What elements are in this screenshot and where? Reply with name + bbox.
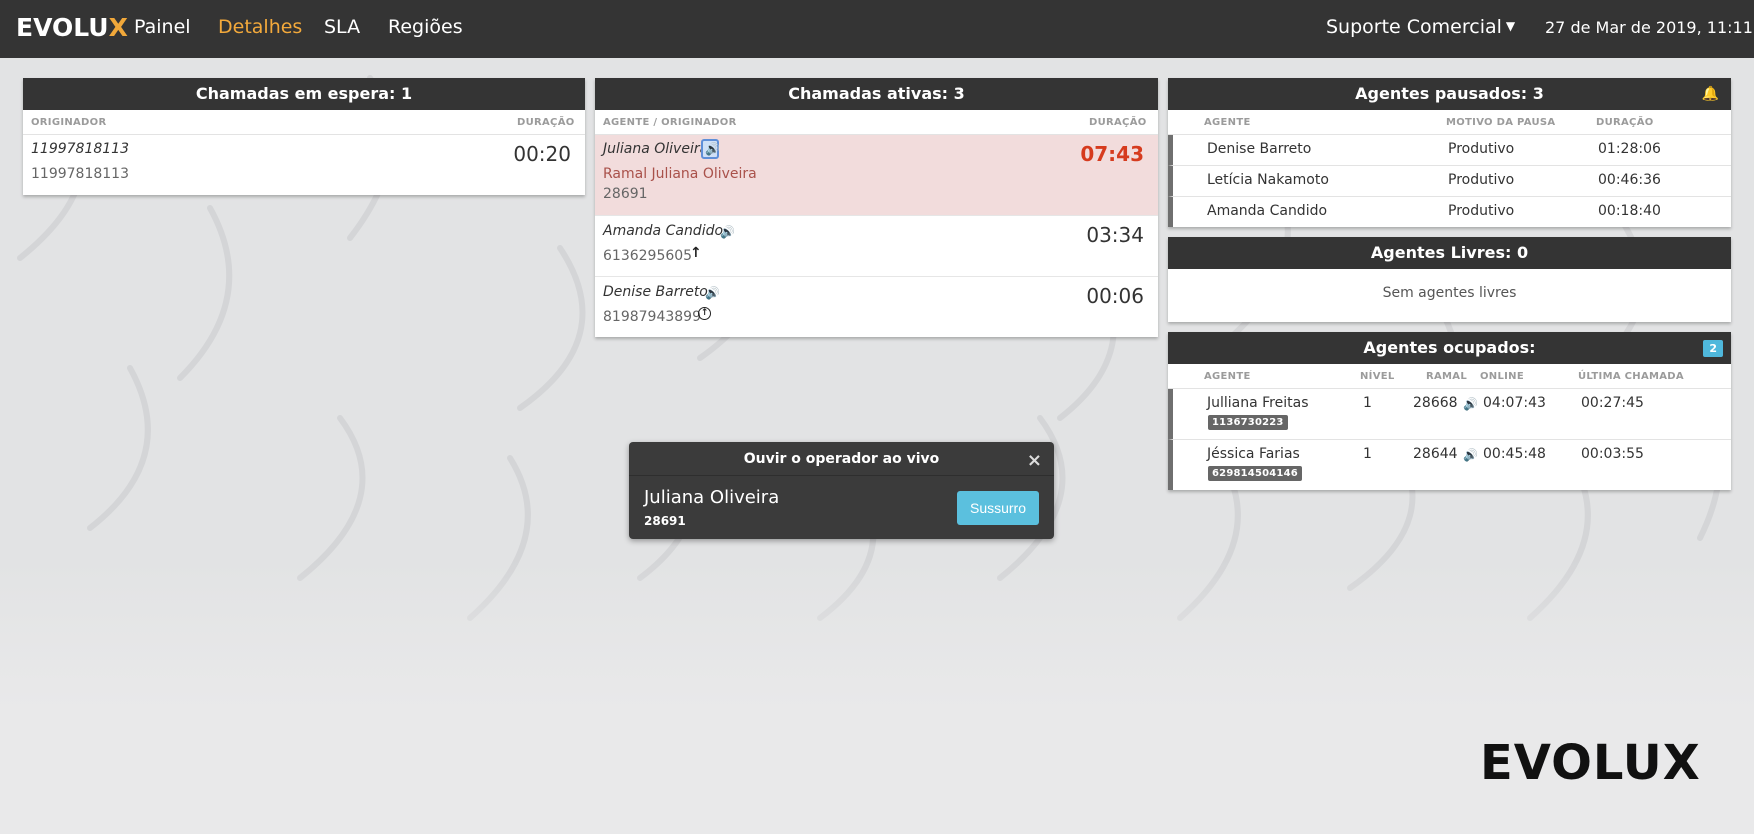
- close-icon[interactable]: ×: [1027, 450, 1042, 471]
- col-last-call: ÚLTIMA CHAMADA: [1578, 371, 1684, 382]
- nav-sla[interactable]: SLA: [324, 16, 360, 38]
- popup-title: Ouvir o operador ao vivo: [743, 451, 940, 467]
- col-agent: AGENTE: [1204, 371, 1251, 382]
- active-calls-panel: Chamadas ativas: 3 AGENTE / ORIGINADOR D…: [595, 78, 1158, 337]
- agent-last-call: 00:27:45: [1581, 395, 1644, 411]
- queue-name: Suporte Comercial: [1326, 16, 1502, 38]
- pause-duration: 01:28:06: [1598, 141, 1661, 157]
- active-call-row[interactable]: Amanda Candido 🔊 6136295605 ↑ 03:34: [595, 216, 1158, 277]
- col-duration: DURAÇÃO: [1596, 117, 1654, 128]
- top-navigation-bar: EVOLUX Painel Detalhes SLA Regiões Supor…: [0, 0, 1754, 58]
- pause-duration: 00:18:40: [1598, 203, 1661, 219]
- column-headers: ORIGINADOR DURAÇÃO: [23, 110, 585, 135]
- paused-agent-row[interactable]: Amanda Candido Produtivo 00:18:40: [1168, 197, 1731, 227]
- col-extension: RAMAL: [1426, 371, 1468, 382]
- paused-agent-row[interactable]: Denise Barreto Produtivo 01:28:06: [1168, 135, 1731, 166]
- pause-reason: Produtivo: [1448, 203, 1515, 219]
- paused-agents-panel: Agentes pausados: 3 🔔 AGENTE MOTIVO DA P…: [1168, 78, 1731, 227]
- column-headers: AGENTE NÍVEL RAMAL ONLINE ÚLTIMA CHAMADA: [1168, 364, 1731, 389]
- agent-name: Amanda Candido: [1207, 203, 1328, 219]
- column-headers: AGENTE MOTIVO DA PAUSA DURAÇÃO: [1168, 110, 1731, 135]
- pause-reason: Produtivo: [1448, 141, 1515, 157]
- agent-name: Letícia Nakamoto: [1207, 172, 1329, 188]
- agent-level: 1: [1363, 395, 1372, 411]
- col-duration: DURAÇÃO: [1089, 117, 1147, 128]
- call-line1: Ramal Juliana Oliveira: [603, 166, 757, 182]
- speaker-icon[interactable]: 🔊: [1463, 448, 1478, 462]
- caller-name: 11997818113: [31, 141, 129, 157]
- caret-down-icon: ▼: [1505, 19, 1516, 33]
- col-agent-originator: AGENTE / ORIGINADOR: [603, 117, 737, 128]
- agent-call-tag: 629814504146: [1208, 466, 1302, 481]
- popup-agent-extension: 28691: [644, 514, 686, 528]
- nav-painel[interactable]: Painel: [134, 16, 191, 38]
- active-call-row[interactable]: Denise Barreto 🔊 81987943899 ↑ 00:06: [595, 277, 1158, 337]
- queue-selector[interactable]: Suporte Comercial ▼: [1326, 16, 1515, 38]
- nav-regioes[interactable]: Regiões: [388, 16, 463, 38]
- col-originator: ORIGINADOR: [31, 117, 107, 128]
- pause-duration: 00:46:36: [1598, 172, 1661, 188]
- call-duration: 03:34: [1086, 223, 1144, 247]
- whisper-button[interactable]: Sussurro: [957, 491, 1039, 525]
- empty-message: Sem agentes livres: [1382, 285, 1517, 301]
- panel-title: Agentes Livres: 0: [1168, 237, 1731, 269]
- panel-title: Agentes ocupados:: [1168, 332, 1731, 364]
- agent-online-time: 04:07:43: [1483, 395, 1546, 411]
- evolux-footer-logo: EVOLUX: [1480, 735, 1701, 791]
- agent-name: Julliana Freitas: [1207, 395, 1309, 411]
- waiting-call-row[interactable]: 11997818113 11997818113 00:20: [23, 135, 585, 194]
- agent-name: Amanda Candido: [603, 223, 724, 239]
- panel-title: Agentes pausados: 3: [1168, 78, 1731, 110]
- nav-detalhes[interactable]: Detalhes: [218, 16, 302, 38]
- agent-online-time: 00:45:48: [1483, 446, 1546, 462]
- arrow-circle-up-icon: ↑: [698, 307, 711, 320]
- waiting-calls-panel: Chamadas em espera: 1 ORIGINADOR DURAÇÃO…: [23, 78, 585, 195]
- col-level: NÍVEL: [1360, 371, 1395, 382]
- listen-speaker-button[interactable]: 🔊: [701, 139, 720, 159]
- bell-icon[interactable]: 🔔: [1702, 86, 1719, 102]
- arrow-up-icon: ↑: [690, 245, 702, 261]
- panel-title: Chamadas ativas: 3: [595, 78, 1158, 110]
- popup-agent-name: Juliana Oliveira: [644, 487, 780, 508]
- agent-extension: 28644: [1413, 446, 1458, 462]
- col-agent: AGENTE: [1204, 117, 1251, 128]
- popup-divider: [629, 475, 1054, 476]
- agent-name: Jéssica Farias: [1207, 446, 1300, 462]
- col-duration: DURAÇÃO: [517, 117, 575, 128]
- current-datetime: 27 de Mar de 2019, 11:11: [1545, 18, 1753, 37]
- busy-agent-row[interactable]: Jéssica Farias 629814504146 1 28644 🔊 00…: [1168, 440, 1731, 490]
- call-line2: 28691: [603, 186, 648, 202]
- col-pause-reason: MOTIVO DA PAUSA: [1446, 117, 1556, 128]
- pause-reason: Produtivo: [1448, 172, 1515, 188]
- agent-level: 1: [1363, 446, 1372, 462]
- panel-title: Chamadas em espera: 1: [23, 78, 585, 110]
- call-duration: 07:43: [1080, 142, 1144, 166]
- busy-agent-row[interactable]: Julliana Freitas 1136730223 1 28668 🔊 04…: [1168, 389, 1731, 440]
- call-duration: 00:06: [1086, 284, 1144, 308]
- caller-number: 11997818113: [31, 166, 129, 182]
- call-line1: 6136295605: [603, 248, 693, 264]
- agent-last-call: 00:03:55: [1581, 446, 1644, 462]
- agent-name: Denise Barreto: [603, 284, 708, 300]
- agent-extension: 28668: [1413, 395, 1458, 411]
- agent-name: Denise Barreto: [1207, 141, 1312, 157]
- col-online: ONLINE: [1480, 371, 1524, 382]
- speaker-icon[interactable]: 🔊: [1463, 397, 1478, 411]
- background-fade: [0, 560, 1754, 834]
- agent-call-tag: 1136730223: [1208, 415, 1288, 430]
- active-call-row[interactable]: Juliana Oliveira 🔊 Ramal Juliana Oliveir…: [595, 135, 1158, 216]
- speaker-icon[interactable]: 🔊: [720, 225, 735, 239]
- free-agents-panel: Agentes Livres: 0 Sem agentes livres: [1168, 237, 1731, 322]
- speaker-icon[interactable]: 🔊: [705, 286, 720, 300]
- call-line1: 81987943899: [603, 309, 701, 325]
- live-listen-popup: Ouvir o operador ao vivo × Juliana Olive…: [629, 442, 1054, 539]
- call-duration: 00:20: [513, 142, 571, 166]
- evolux-logo[interactable]: EVOLUX: [16, 13, 128, 42]
- column-headers: AGENTE / ORIGINADOR DURAÇÃO: [595, 110, 1158, 135]
- busy-count-badge: 2: [1703, 340, 1723, 357]
- speaker-icon: 🔊: [705, 142, 720, 156]
- paused-agent-row[interactable]: Letícia Nakamoto Produtivo 00:46:36: [1168, 166, 1731, 197]
- agent-name: Juliana Oliveira: [603, 141, 709, 157]
- busy-agents-panel: Agentes ocupados: 2 AGENTE NÍVEL RAMAL O…: [1168, 332, 1731, 490]
